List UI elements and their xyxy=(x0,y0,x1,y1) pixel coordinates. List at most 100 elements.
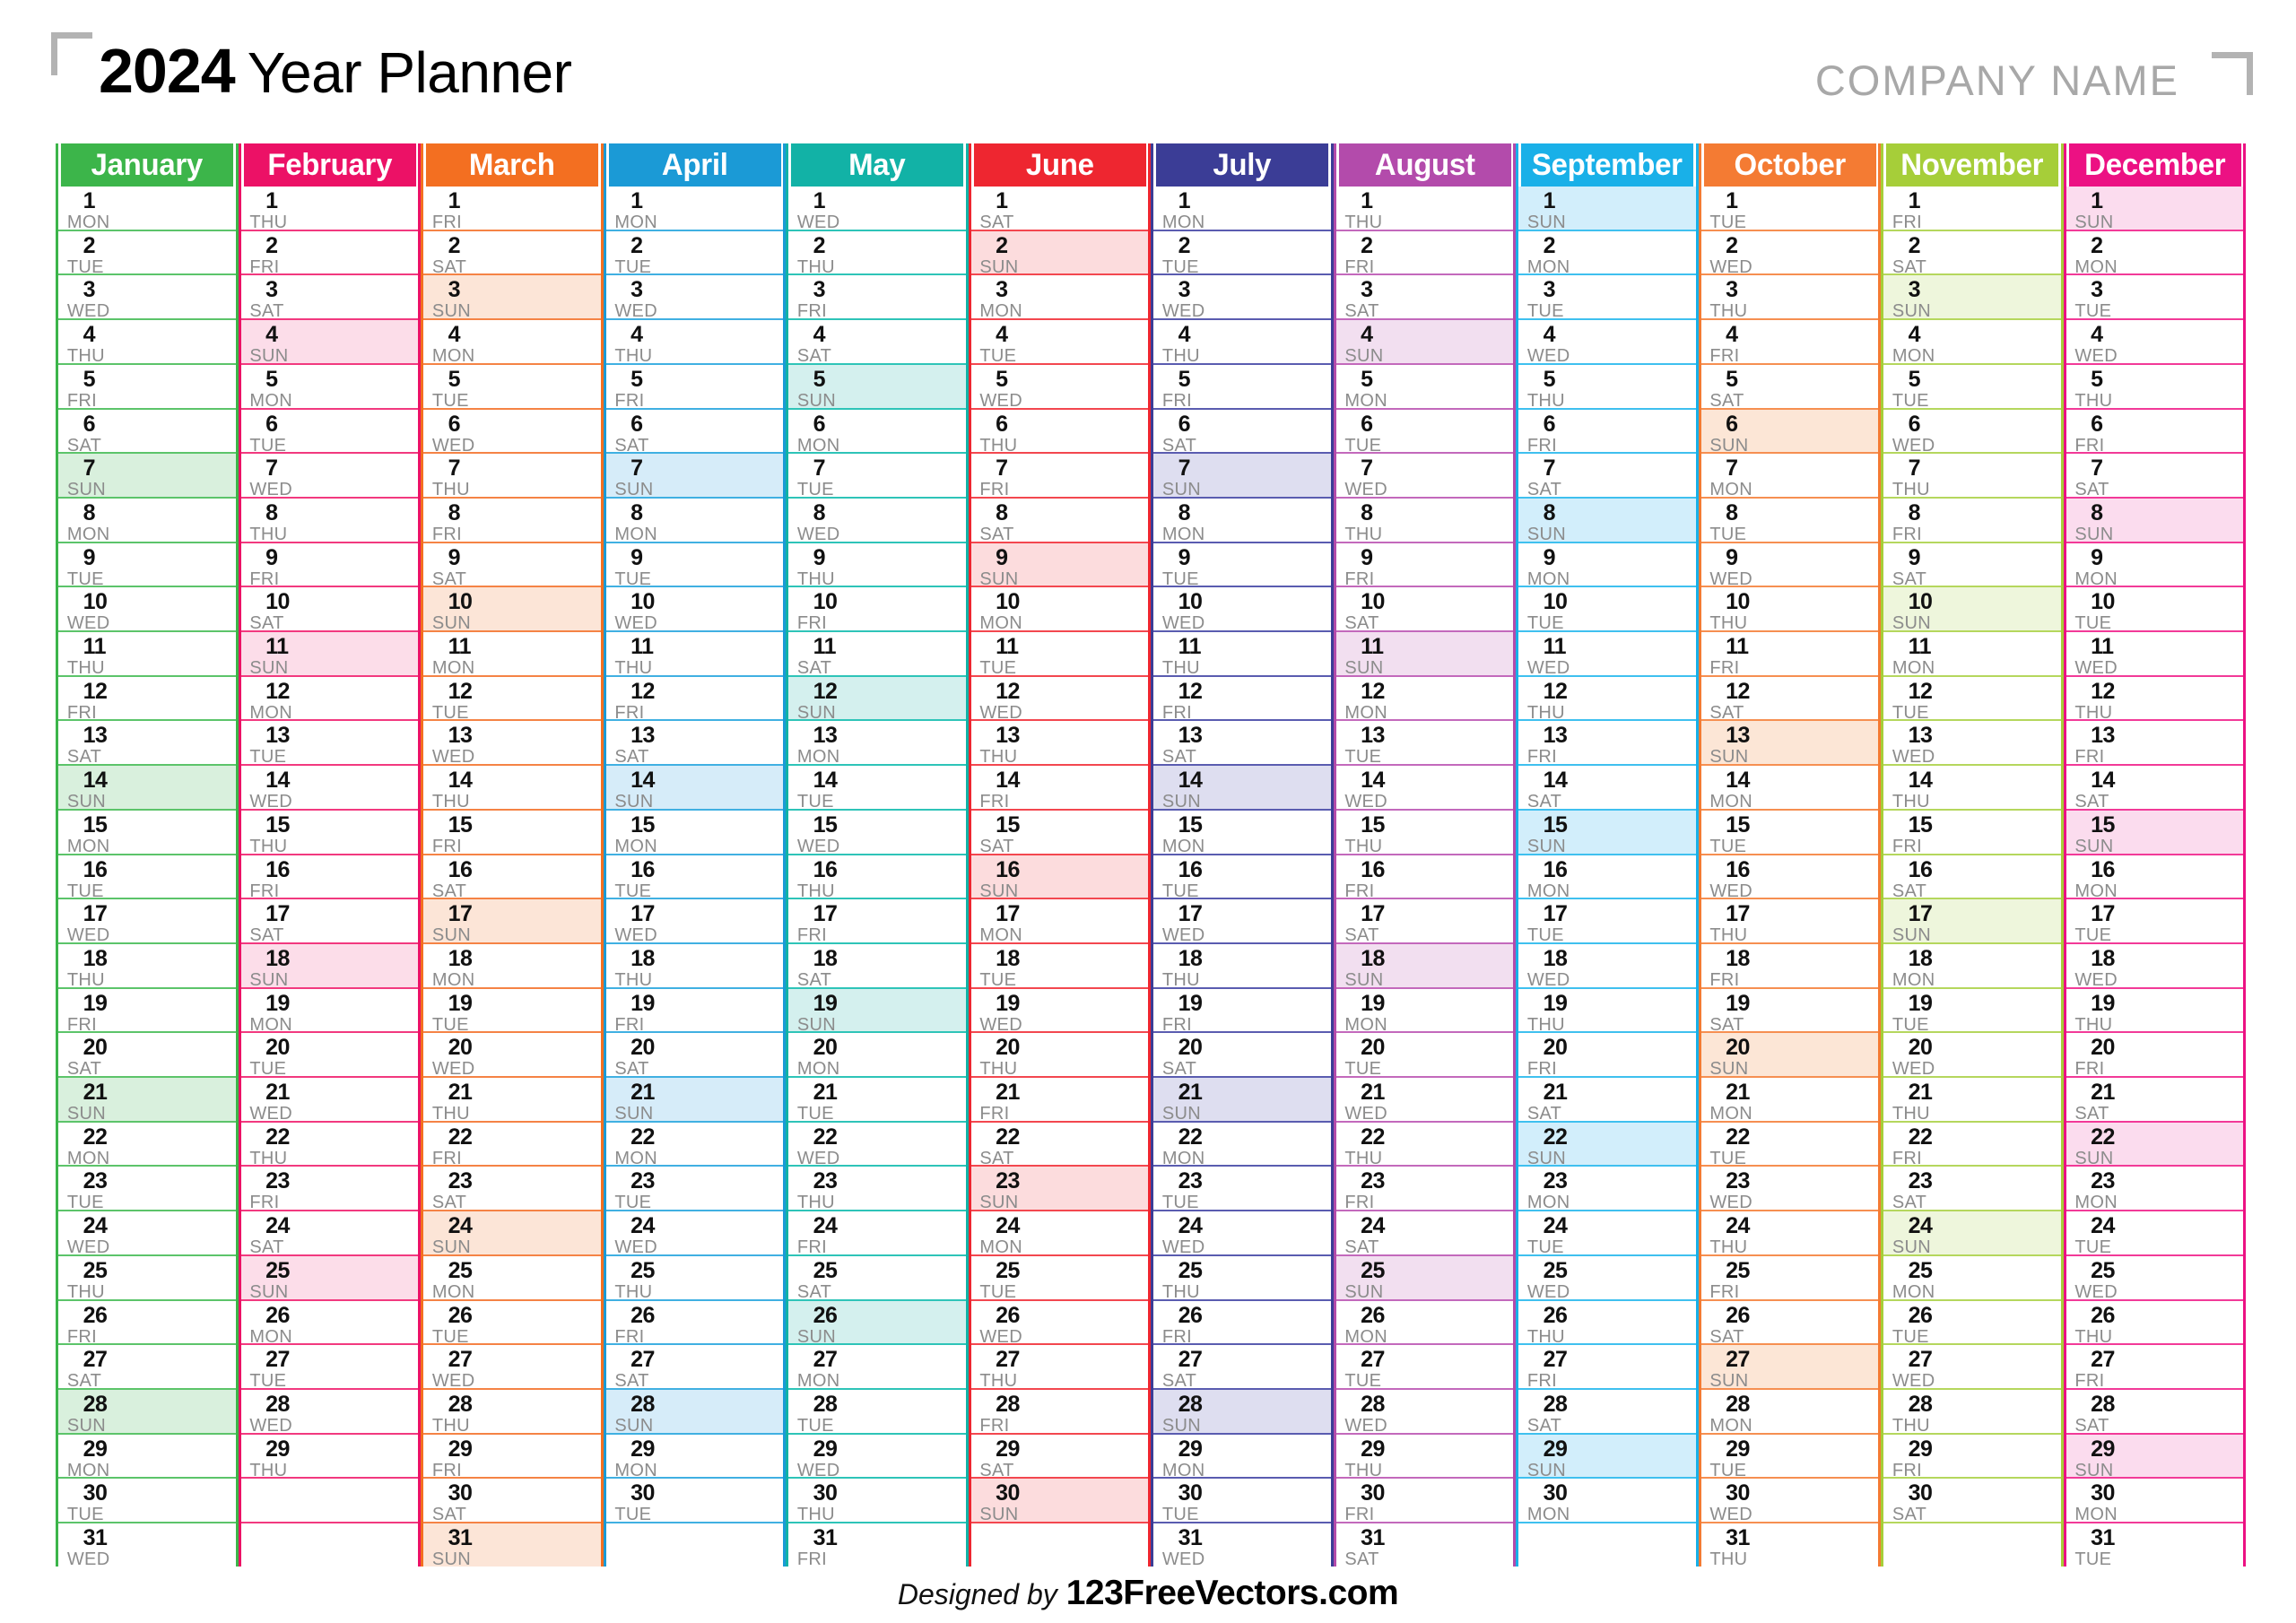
day-cell[interactable]: 15 SUN xyxy=(2066,810,2243,855)
day-cell[interactable]: 15 THU xyxy=(240,810,418,855)
day-cell[interactable]: 3 WED xyxy=(605,275,783,320)
day-cell[interactable]: 28 WED xyxy=(240,1389,418,1435)
day-cell[interactable]: 21 THU xyxy=(423,1078,601,1123)
day-cell[interactable]: 17 SUN xyxy=(1883,899,2061,944)
day-cell[interactable]: 4 SUN xyxy=(1335,320,1513,365)
day-cell[interactable]: 23 WED xyxy=(1700,1167,1878,1211)
day-cell[interactable]: 9 MON xyxy=(1518,542,1696,588)
day-cell[interactable]: 17 SAT xyxy=(1335,899,1513,944)
day-cell[interactable]: 21 SAT xyxy=(1518,1078,1696,1123)
day-cell[interactable]: 20 SAT xyxy=(58,1033,236,1078)
day-cell[interactable]: 18 THU xyxy=(605,943,783,989)
day-cell[interactable]: 15 FRI xyxy=(423,810,601,855)
day-cell[interactable]: 2 FRI xyxy=(1335,230,1513,276)
day-cell[interactable]: 29 SUN xyxy=(1518,1434,1696,1480)
day-cell[interactable]: 3 SUN xyxy=(1883,275,2061,320)
day-cell[interactable]: 20 SAT xyxy=(605,1033,783,1078)
month-header-april[interactable]: April xyxy=(608,143,781,187)
day-cell[interactable]: 25 TUE xyxy=(970,1255,1148,1301)
day-cell[interactable]: 11 SUN xyxy=(240,632,418,677)
day-cell[interactable]: 6 FRI xyxy=(1518,409,1696,455)
day-cell[interactable]: 21 SAT xyxy=(2066,1078,2243,1123)
day-cell[interactable]: 31 TUE xyxy=(2066,1523,2243,1568)
day-cell[interactable]: 11 SUN xyxy=(1335,632,1513,677)
day-cell[interactable]: 7 WED xyxy=(1335,454,1513,499)
day-cell[interactable]: 14 WED xyxy=(1335,766,1513,811)
day-cell[interactable]: 23 SAT xyxy=(423,1167,601,1211)
day-cell[interactable]: 24 SAT xyxy=(240,1211,418,1256)
day-cell[interactable]: 24 SUN xyxy=(423,1211,601,1256)
day-cell[interactable]: 7 SUN xyxy=(58,454,236,499)
day-cell[interactable]: 31 WED xyxy=(58,1523,236,1568)
day-cell[interactable]: 9 SAT xyxy=(423,542,601,588)
day-cell[interactable]: 3 FRI xyxy=(788,275,966,320)
day-cell[interactable]: 1 MON xyxy=(605,187,783,231)
day-cell[interactable]: 20 WED xyxy=(423,1033,601,1078)
day-cell[interactable]: 26 THU xyxy=(1518,1300,1696,1346)
day-cell[interactable]: 1 MON xyxy=(1153,187,1331,231)
day-cell[interactable]: 16 MON xyxy=(1518,855,1696,900)
day-cell[interactable]: 30 TUE xyxy=(58,1479,236,1523)
day-cell[interactable]: 4 MON xyxy=(1883,320,2061,365)
day-cell[interactable]: 12 MON xyxy=(240,676,418,722)
day-cell[interactable]: 5 TUE xyxy=(1883,364,2061,410)
day-cell[interactable]: 14 SUN xyxy=(1153,766,1331,811)
day-cell[interactable]: 20 WED xyxy=(1883,1033,2061,1078)
day-cell[interactable]: 5 MON xyxy=(1335,364,1513,410)
day-cell[interactable]: 4 THU xyxy=(1153,320,1331,365)
day-cell[interactable]: 10 FRI xyxy=(788,587,966,632)
day-cell[interactable]: 11 WED xyxy=(2066,632,2243,677)
day-cell[interactable]: 21 SUN xyxy=(1153,1078,1331,1123)
day-cell[interactable]: 28 MON xyxy=(1700,1389,1878,1435)
day-cell[interactable]: 17 WED xyxy=(1153,899,1331,944)
day-cell[interactable]: 12 SUN xyxy=(788,676,966,722)
day-cell[interactable]: 12 THU xyxy=(1518,676,1696,722)
day-cell[interactable]: 18 THU xyxy=(58,943,236,989)
day-cell[interactable]: 21 MON xyxy=(1700,1078,1878,1123)
day-cell[interactable]: 9 FRI xyxy=(1335,542,1513,588)
day-cell[interactable]: 23 MON xyxy=(1518,1167,1696,1211)
day-cell[interactable]: 27 WED xyxy=(423,1345,601,1390)
day-cell[interactable]: 24 TUE xyxy=(1518,1211,1696,1256)
day-cell[interactable]: 28 THU xyxy=(1883,1389,2061,1435)
day-cell[interactable]: 31 SAT xyxy=(1335,1523,1513,1568)
day-cell[interactable]: 15 THU xyxy=(1335,810,1513,855)
day-cell[interactable]: 12 FRI xyxy=(1153,676,1331,722)
day-cell[interactable]: 12 FRI xyxy=(605,676,783,722)
day-cell[interactable]: 5 SAT xyxy=(1700,364,1878,410)
day-cell[interactable]: 11 FRI xyxy=(1700,632,1878,677)
day-cell[interactable]: 25 WED xyxy=(1518,1255,1696,1301)
day-cell[interactable]: 3 TUE xyxy=(1518,275,1696,320)
day-cell[interactable]: 7 SAT xyxy=(1518,454,1696,499)
month-header-october[interactable]: October xyxy=(1703,143,1876,187)
day-cell[interactable]: 1 TUE xyxy=(1700,187,1878,231)
day-cell[interactable]: 15 MON xyxy=(1153,810,1331,855)
day-cell[interactable]: 29 SAT xyxy=(970,1434,1148,1480)
day-cell[interactable]: 22 THU xyxy=(1335,1122,1513,1167)
day-cell[interactable]: 30 WED xyxy=(1700,1479,1878,1523)
day-cell[interactable]: 27 SAT xyxy=(1153,1345,1331,1390)
day-cell[interactable]: 14 MON xyxy=(1700,766,1878,811)
day-cell[interactable]: 9 TUE xyxy=(58,542,236,588)
day-cell[interactable]: 8 THU xyxy=(240,498,418,543)
day-cell[interactable]: 13 FRI xyxy=(1518,721,1696,766)
day-cell[interactable]: 24 WED xyxy=(58,1211,236,1256)
day-cell[interactable]: 6 SAT xyxy=(1153,409,1331,455)
month-header-june[interactable]: June xyxy=(973,143,1146,187)
day-cell[interactable]: 19 FRI xyxy=(58,988,236,1034)
day-cell[interactable]: 15 SAT xyxy=(970,810,1148,855)
day-cell[interactable]: 9 MON xyxy=(2066,542,2243,588)
day-cell[interactable]: 19 SUN xyxy=(788,988,966,1034)
day-cell[interactable]: 13 SAT xyxy=(605,721,783,766)
month-header-january[interactable]: January xyxy=(60,143,233,187)
day-cell[interactable]: 6 WED xyxy=(1883,409,2061,455)
day-cell[interactable]: 7 SUN xyxy=(1153,454,1331,499)
day-cell[interactable]: 4 THU xyxy=(605,320,783,365)
day-cell[interactable]: 24 WED xyxy=(1153,1211,1331,1256)
day-cell[interactable]: 21 THU xyxy=(1883,1078,2061,1123)
day-cell[interactable]: 5 TUE xyxy=(423,364,601,410)
month-header-december[interactable]: December xyxy=(2068,143,2241,187)
day-cell[interactable]: 5 SUN xyxy=(788,364,966,410)
day-cell[interactable]: 13 SUN xyxy=(1700,721,1878,766)
day-cell[interactable]: 29 TUE xyxy=(1700,1434,1878,1480)
